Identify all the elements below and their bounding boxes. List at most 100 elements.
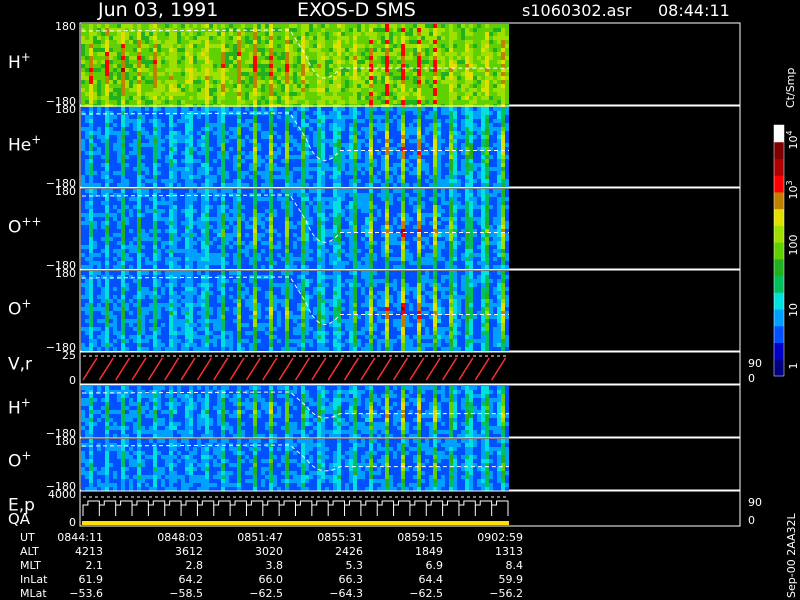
spectrogram-cell [425,100,429,104]
spectrogram-cell [389,167,393,171]
spectrogram-cell [453,119,457,123]
spectrogram-cell [269,32,273,36]
spectrogram-cell [265,96,269,100]
spectrogram-cell [165,32,169,36]
spectrogram-cell [337,143,341,147]
spectrogram-cell [197,197,201,201]
spectrogram-cell [313,56,317,60]
spectrogram-cell [173,60,177,64]
spectrogram-cell [289,143,293,147]
spectrogram-cell [165,155,169,159]
spectrogram-cell [289,163,293,167]
spectrogram-cell [213,163,217,167]
spectrogram-cell [353,84,357,88]
spectrogram-cell [285,48,289,52]
spectrogram-cell [317,24,321,28]
spectrogram-cell [437,44,441,48]
spectrogram-cell [89,52,93,56]
spectrogram-cell [393,28,397,32]
spectrogram-cell [477,56,481,60]
spectrogram-cell [505,80,509,84]
spectrogram-cell [505,159,509,163]
spectrogram-cell [261,72,265,76]
spectrogram-cell [385,84,389,88]
spectrogram-cell [193,155,197,159]
spectrogram-cell [93,64,97,68]
spectrogram-cell [117,119,121,123]
spectrogram-cell [369,72,373,76]
spectrogram-cell [405,84,409,88]
spectrogram-cell [409,56,413,60]
spectrogram-cell [197,127,201,131]
spectrogram-cell [469,64,473,68]
spectrogram-cell [81,36,85,40]
spectrogram-cell [493,60,497,64]
spectrogram-cell [257,135,261,139]
spectrogram-cell [489,183,493,187]
spectrogram-cell [469,48,473,52]
spectrogram-cell [501,96,505,100]
spectrogram-cell [289,111,293,115]
spectrogram-cell [101,225,105,229]
spectrogram-cell [253,64,257,68]
spectrogram-cell [345,28,349,32]
spectrogram-cell [381,167,385,171]
spectrogram-cell [421,72,425,76]
spectrogram-cell [153,143,157,147]
spectrogram-cell [413,111,417,115]
spectrogram-cell [473,40,477,44]
spectrogram-cell [361,88,365,92]
spectrogram-cell [393,24,397,28]
spectrogram-cell [325,100,329,104]
spectrogram-cell [437,52,441,56]
spectrogram-cell [417,119,421,123]
spectrogram-cell [433,115,437,119]
spectrogram-cell [365,155,369,159]
spectrogram-cell [321,107,325,111]
spectrogram-cell [121,96,125,100]
spectrogram-cell [493,119,497,123]
spectrogram-cell [369,48,373,52]
spectrogram-cell [325,143,329,147]
spectrogram-cell [101,221,105,225]
spectrogram-cell [253,123,257,127]
spectrogram-cell [353,171,357,175]
spectrogram-cell [121,76,125,80]
spectrogram-cell [229,171,233,175]
spectrogram-cell [133,205,137,209]
spectrogram-cell [405,135,409,139]
spectrogram-cell [165,111,169,115]
spectrogram-cell [177,155,181,159]
spectrogram-cell [113,245,117,249]
spectrogram-cell [101,96,105,100]
spectrogram-cell [393,135,397,139]
spectrogram-cell [129,171,133,175]
spectrogram-cell [449,163,453,167]
spectrogram-cell [173,197,177,201]
spectrogram-cell [105,265,109,269]
spectrogram-cell [325,175,329,179]
spectrogram-cell [109,56,113,60]
spectrogram-cell [373,28,377,32]
spectrogram-cell [125,64,129,68]
spectrogram-cell [369,56,373,60]
spectrogram-cell [249,119,253,123]
spectrogram-cell [349,28,353,32]
spectrogram-cell [161,56,165,60]
spectrogram-cell [117,193,121,197]
spectrogram-cell [293,48,297,52]
spectrogram-cell [125,261,129,265]
spectrogram-cell [89,265,93,269]
spectrogram-cell [341,40,345,44]
spectrogram-cell [505,28,509,32]
spectrogram-cell [149,24,153,28]
spectrogram-cell [337,32,341,36]
spectrogram-cell [209,163,213,167]
spectrogram-cell [425,84,429,88]
spectrogram-cell [353,139,357,143]
spectrogram-cell [105,115,109,119]
spectrogram-cell [273,84,277,88]
spectrogram-cell [369,155,373,159]
spectrogram-cell [113,151,117,155]
spectrogram-cell [489,80,493,84]
